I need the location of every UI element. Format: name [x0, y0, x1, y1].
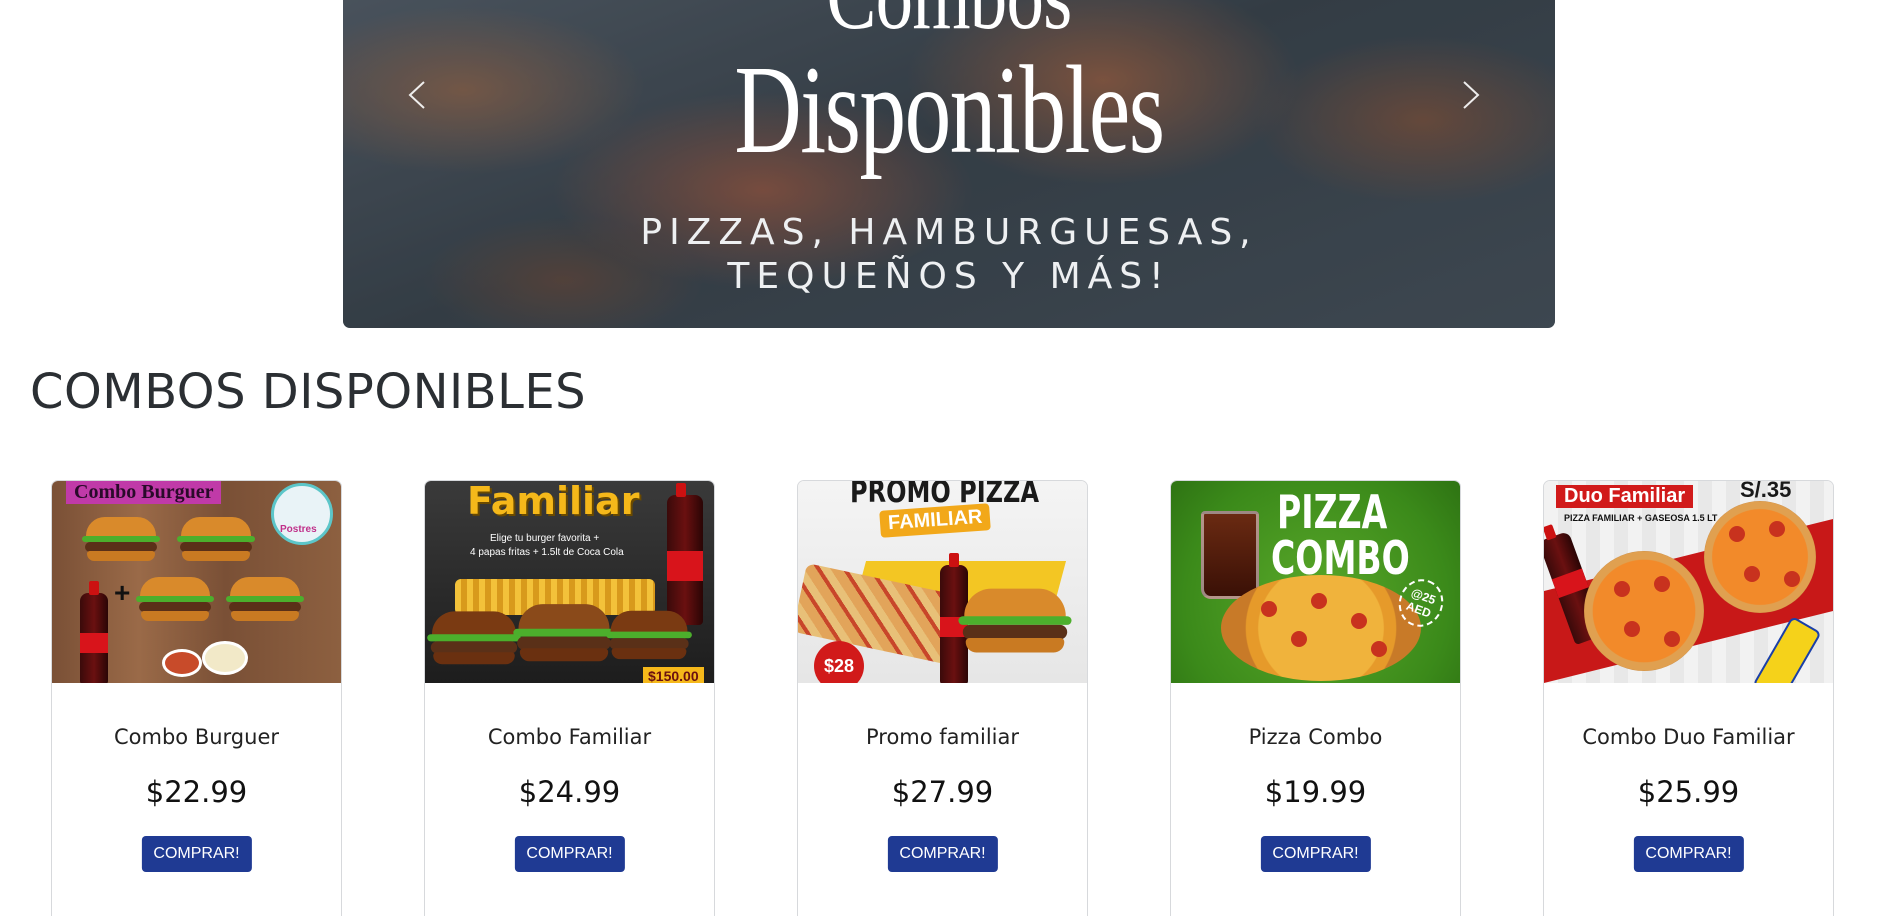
image-price: $150.00 [643, 667, 704, 683]
image-caption-1: Elige tu burger favorita + [490, 533, 600, 544]
image-logo: Postres [271, 483, 333, 545]
buy-button[interactable]: COMPRAR! [1633, 836, 1744, 872]
product-image-combo-duo-familiar: Duo Familiar S/.35 PIZZA FAMILIAR + GASE… [1544, 481, 1833, 683]
image-banner: Familiar [467, 481, 640, 523]
product-card: PIZZA COMBO @25 AED Pizza Combo $19.99 C… [1170, 480, 1461, 916]
image-price: $28 [814, 641, 864, 683]
hero-heading-top: Combos [476, 0, 1421, 44]
section-title: COMBOS DISPONIBLES [30, 364, 587, 420]
product-card: Familiar Elige tu burger favorita + 4 pa… [424, 480, 715, 916]
product-card: Duo Familiar S/.35 PIZZA FAMILIAR + GASE… [1543, 480, 1834, 916]
image-price: S/.35 [1740, 481, 1792, 502]
hero-carousel: Combos Disponibles PIZZAS, HAMBURGUESAS,… [343, 0, 1555, 328]
buy-button[interactable]: COMPRAR! [887, 836, 998, 872]
carousel-prev-button[interactable] [398, 70, 438, 120]
image-caption: PIZZA FAMILIAR + GASEOSA 1.5 LT [1564, 513, 1718, 523]
product-image-combo-burguer: Combo Burguer Postres + [52, 481, 341, 683]
image-banner: Combo Burguer [66, 481, 222, 504]
chevron-right-icon [1463, 81, 1480, 109]
hero-subtitle-line1: PIZZAS, HAMBURGUESAS, [640, 212, 1258, 253]
product-image-promo-familiar: PROMO PIZZA FAMILIAR $28 [798, 481, 1087, 683]
product-price: $24.99 [518, 775, 621, 809]
product-image-combo-familiar: Familiar Elige tu burger favorita + 4 pa… [425, 481, 714, 683]
buy-button[interactable]: COMPRAR! [141, 836, 252, 872]
product-name: Combo Familiar [487, 725, 652, 749]
product-name: Pizza Combo [1248, 725, 1383, 749]
product-price: $22.99 [145, 775, 248, 809]
product-card: PROMO PIZZA FAMILIAR $28 Promo familiar … [797, 480, 1088, 916]
chevron-left-icon [408, 81, 425, 109]
buy-button[interactable]: COMPRAR! [514, 836, 625, 872]
buy-button[interactable]: COMPRAR! [1260, 836, 1371, 872]
logo-text: Postres [280, 524, 317, 535]
product-price: $19.99 [1264, 775, 1367, 809]
product-price: $25.99 [1637, 775, 1740, 809]
hero-heading: Disponibles [734, 41, 1165, 180]
plus-glyph: + [114, 577, 131, 608]
product-name: Promo familiar [865, 725, 1020, 749]
product-name: Combo Burguer [114, 725, 279, 749]
hero-subtitle-line2: TEQUEÑOS Y MÁS! [727, 256, 1171, 297]
product-image-pizza-combo: PIZZA COMBO @25 AED [1171, 481, 1460, 683]
product-price: $27.99 [891, 775, 994, 809]
product-name: Combo Duo Familiar [1582, 725, 1795, 749]
image-caption-2: 4 papas fritas + 1.5lt de Coca Cola [470, 547, 624, 558]
image-banner: Duo Familiar [1556, 485, 1694, 508]
carousel-next-button[interactable] [1450, 70, 1490, 120]
product-card: Combo Burguer Postres + Combo Burguer $2… [51, 480, 342, 916]
